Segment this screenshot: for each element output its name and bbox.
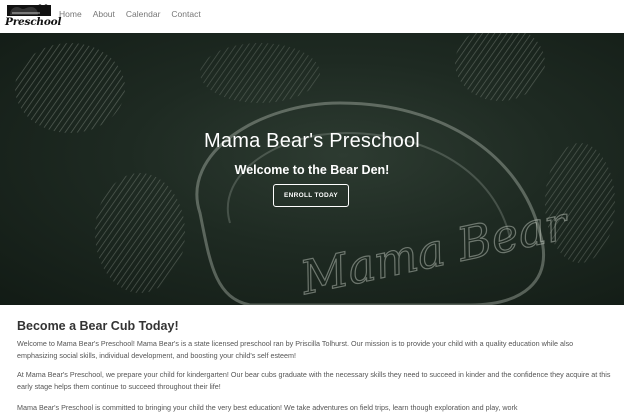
nav-link-home[interactable]: Home: [59, 9, 82, 19]
nav-links: Home About Calendar Contact: [59, 9, 212, 19]
top-navbar: Preschool Home About Calendar Contact: [0, 0, 624, 33]
logo-text: Preschool: [5, 16, 62, 28]
main-content: Become a Bear Cub Today! Welcome to Mama…: [17, 305, 612, 414]
hero-title: Mama Bear's Preschool: [204, 130, 420, 152]
commitment-paragraph: Mama Bear's Preschool is committed to br…: [17, 403, 518, 412]
kindergarten-paragraph: At Mama Bear's Preschool, we prepare you…: [17, 370, 611, 391]
intro-paragraph: Welcome to Mama Bear's Preschool! Mama B…: [17, 339, 574, 360]
enroll-today-button[interactable]: ENROLL TODAY: [273, 184, 349, 207]
chalk-writing: Mama Bear: [295, 195, 575, 305]
nav-link-about[interactable]: About: [93, 9, 115, 19]
hero-banner: Mama Bear Mama Bear's Preschool Welcome …: [0, 33, 624, 305]
nav-link-contact[interactable]: Contact: [171, 9, 200, 19]
nav-link-calendar[interactable]: Calendar: [126, 9, 161, 19]
section-heading: Become a Bear Cub Today!: [17, 319, 179, 333]
bear-logo-icon[interactable]: Preschool: [4, 2, 61, 31]
hero-subtitle: Welcome to the Bear Den!: [234, 163, 390, 177]
